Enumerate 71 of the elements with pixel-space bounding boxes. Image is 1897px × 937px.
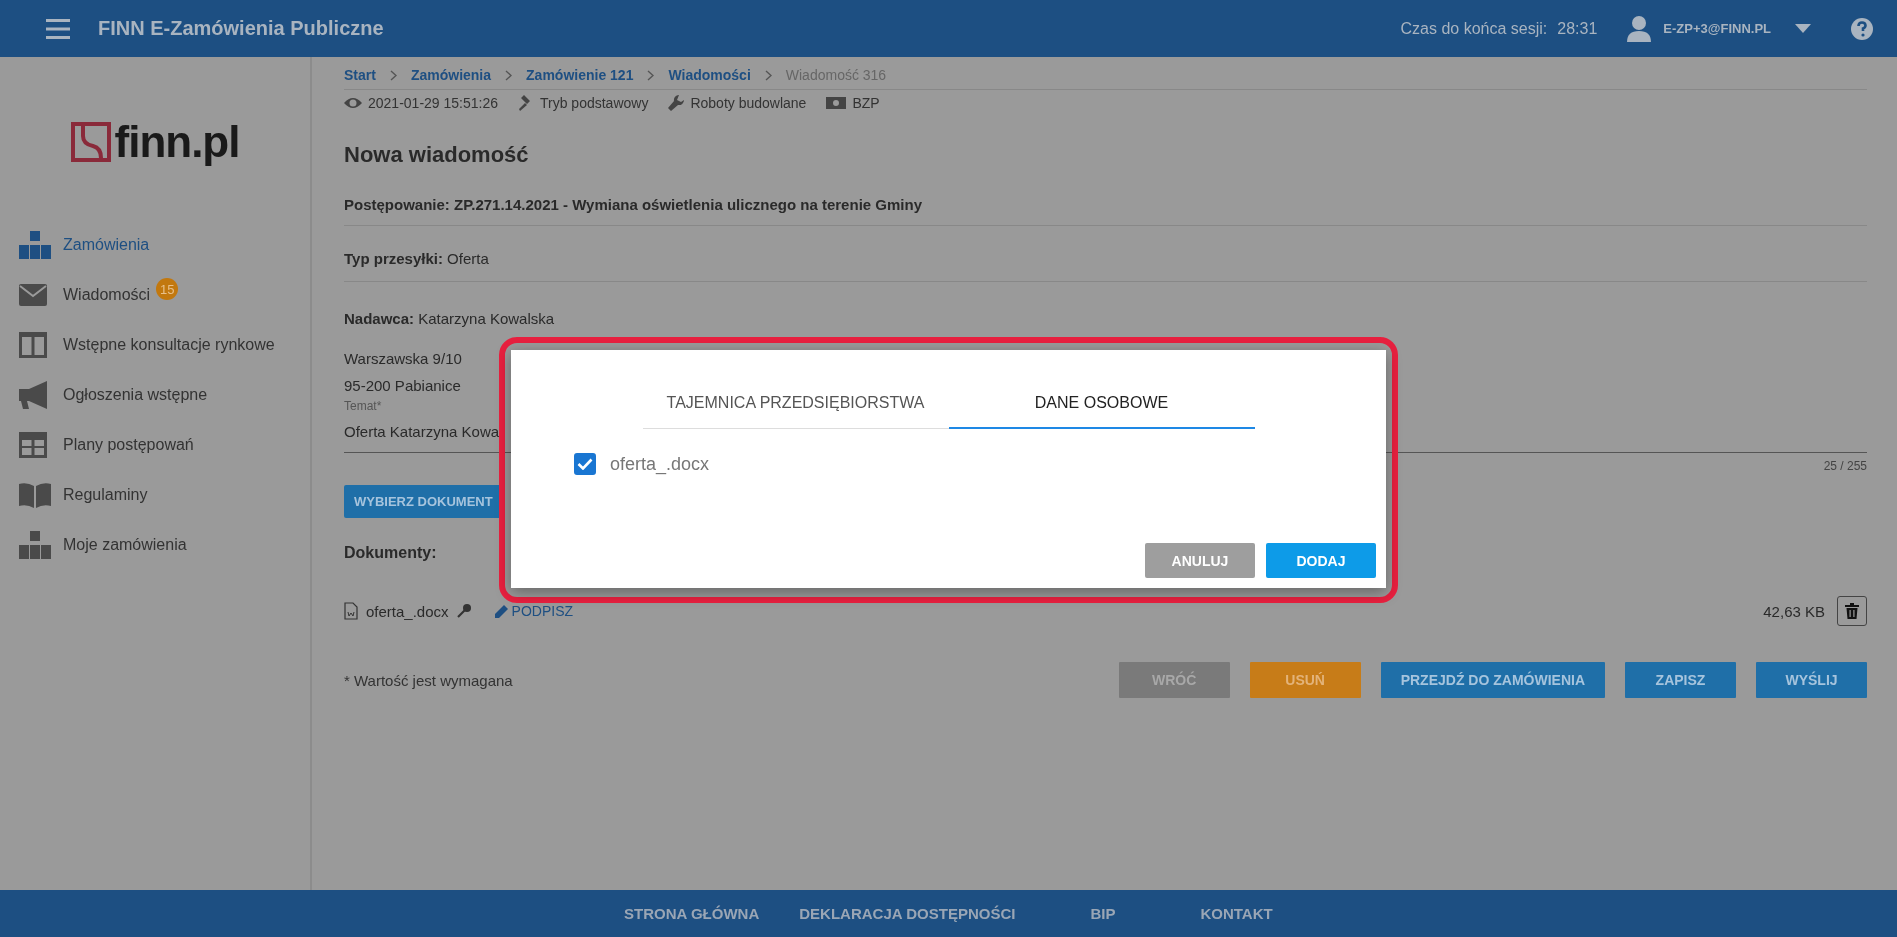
file-name: oferta_.docx bbox=[366, 602, 449, 620]
dialog-tab[interactable]: DANE OSOBOWE bbox=[948, 394, 1255, 429]
count-badge: 15 bbox=[156, 278, 179, 300]
footer-link[interactable]: KONTAKT bbox=[1200, 905, 1273, 922]
breadcrumb-link[interactable]: Zamówienia bbox=[410, 67, 492, 83]
sidebar-item[interactable]: Plany postępowań bbox=[0, 420, 310, 470]
checkbox[interactable] bbox=[574, 453, 596, 475]
session-label: Czas do końca sesji: bbox=[1400, 19, 1548, 38]
meta-text: BZP bbox=[852, 95, 880, 111]
sidebar-item[interactable]: Ogłoszenia wstępne bbox=[0, 370, 310, 420]
trash-icon bbox=[1845, 603, 1859, 619]
chevron-icon bbox=[647, 69, 655, 81]
logo-text: finn.pl bbox=[114, 117, 240, 167]
footer-link[interactable]: DEKLARACJA DOSTĘPNOŚCI bbox=[799, 905, 1016, 922]
sidebar-item[interactable]: Regulaminy bbox=[0, 470, 310, 520]
app-title: FINN E-Zamówienia Publiczne bbox=[98, 17, 384, 40]
grid-icon bbox=[19, 432, 47, 458]
checkbox-label: oferta_.docx bbox=[610, 453, 710, 475]
eye-icon bbox=[344, 97, 362, 109]
banknote-icon bbox=[826, 97, 847, 109]
breadcrumb-link[interactable]: Start bbox=[344, 67, 376, 83]
caret-icon[interactable] bbox=[1795, 24, 1811, 33]
documents-label: Dokumenty: bbox=[344, 544, 437, 562]
chevron-icon bbox=[764, 69, 772, 81]
address-line: Warszawska 9/10 bbox=[344, 349, 463, 369]
session-timer: 28:31 bbox=[1557, 19, 1598, 38]
sidebar-item[interactable]: Wstępne konsultacje rynkowe bbox=[0, 320, 310, 370]
help-icon[interactable] bbox=[1851, 17, 1873, 40]
meta-text: Roboty budowlane bbox=[690, 95, 807, 111]
key-icon bbox=[456, 604, 471, 618]
columns-icon bbox=[19, 332, 47, 358]
menu-icon[interactable] bbox=[46, 18, 70, 39]
action-button[interactable]: PRZEJDŹ DO ZAMÓWIENIA bbox=[1380, 662, 1605, 698]
dialog-tab[interactable]: TAJEMNICA PRZEDSIĘBIORSTWA bbox=[642, 394, 949, 429]
action-button[interactable]: USUŃ bbox=[1249, 662, 1361, 698]
logo-icon bbox=[70, 122, 111, 162]
chevron-icon bbox=[389, 69, 397, 81]
sidebar-item[interactable]: Moje zamówienia bbox=[0, 520, 310, 570]
dialog-button[interactable]: ANULUJ bbox=[1145, 543, 1255, 578]
file-size: 42,63 KB bbox=[1763, 602, 1825, 620]
user-icon[interactable] bbox=[1627, 15, 1652, 42]
user-email[interactable]: E-ZP+3@FINN.PL bbox=[1663, 21, 1771, 36]
delete-button[interactable] bbox=[1837, 596, 1867, 626]
breadcrumb-link[interactable]: Wiadomości bbox=[668, 67, 751, 83]
char-counter: 25 / 255 bbox=[1823, 459, 1867, 473]
action-button[interactable]: ZAPISZ bbox=[1625, 662, 1736, 698]
shipment-type: Typ przesyłki: Oferta bbox=[344, 250, 489, 267]
wrench-icon bbox=[668, 95, 685, 111]
dialog-button[interactable]: DODAJ bbox=[1266, 543, 1376, 578]
footer-link[interactable]: STRONA GŁÓWNA bbox=[624, 905, 760, 922]
envelope-icon bbox=[19, 284, 47, 306]
breadcrumb-link[interactable]: Zamówienie 121 bbox=[526, 67, 634, 83]
book-icon bbox=[19, 482, 51, 508]
boxes-icon bbox=[19, 531, 51, 559]
required-note: * Wartość jest wymagana bbox=[344, 671, 513, 689]
meta-text: Tryb podstawowy bbox=[540, 95, 649, 111]
chevron-icon bbox=[505, 69, 513, 81]
address-line: 95-200 Pabianice bbox=[344, 376, 462, 396]
sender-name: Nadawca: Katarzyna Kowalska bbox=[344, 310, 556, 327]
sign-link[interactable]: PODPISZ bbox=[494, 603, 574, 619]
boxes-icon bbox=[19, 231, 51, 259]
pen-icon bbox=[494, 604, 508, 618]
sidebar-item[interactable]: Zamówienia bbox=[0, 220, 310, 270]
footer-link[interactable]: BIP bbox=[1090, 905, 1116, 922]
proceeding-title: Postępowanie: ZP.271.14.2021 - Wymiana oświetlenia ulicznego na terenie Gminy bbox=[344, 196, 1867, 226]
field-label: Temat* bbox=[344, 399, 382, 413]
document-icon bbox=[344, 602, 358, 620]
action-button[interactable]: WYŚLIJ bbox=[1756, 662, 1867, 698]
page-title: Nowa wiadomość bbox=[344, 142, 530, 169]
meta-text: 2021-01-29 15:51:26 bbox=[368, 95, 498, 111]
sidebar-item[interactable]: Wiadomości 15 bbox=[0, 270, 310, 320]
